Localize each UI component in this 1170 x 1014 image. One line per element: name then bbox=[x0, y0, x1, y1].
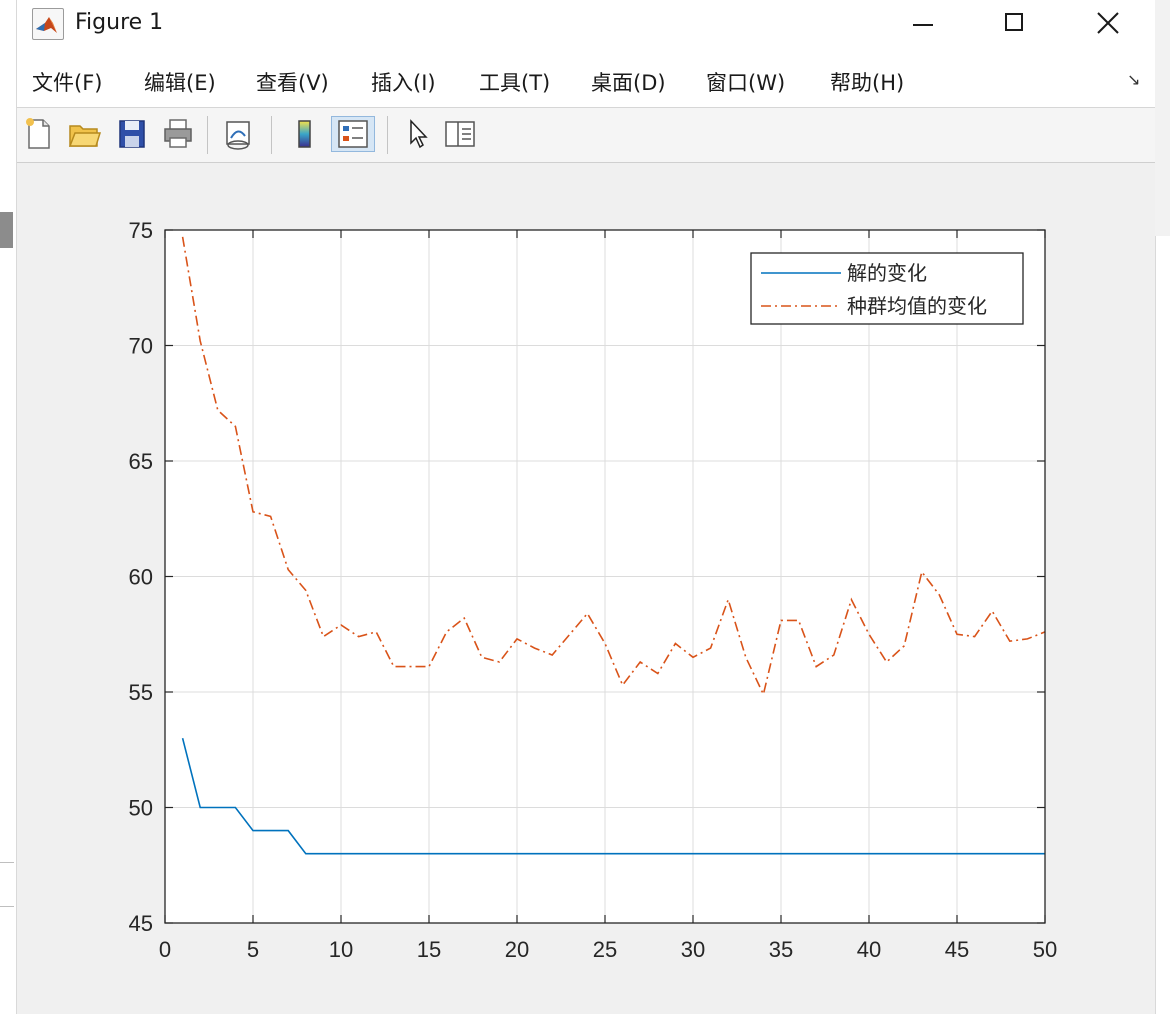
y-tick-label: 45 bbox=[129, 911, 153, 936]
x-tick-label: 40 bbox=[857, 937, 881, 962]
x-tick-label: 15 bbox=[417, 937, 441, 962]
y-tick-label: 65 bbox=[129, 449, 153, 474]
x-tick-label: 50 bbox=[1033, 937, 1057, 962]
background-divider bbox=[0, 906, 14, 907]
y-tick-label: 60 bbox=[129, 565, 153, 590]
y-tick-label: 55 bbox=[129, 680, 153, 705]
legend-label: 解的变化 bbox=[847, 261, 927, 285]
x-tick-label: 25 bbox=[593, 937, 617, 962]
figure-window: Figure 1 文件(F) 编辑(E) 查看(V) 插入(I) 工具(T) 桌… bbox=[17, 0, 1155, 1014]
background-divider bbox=[0, 862, 14, 863]
x-tick-label: 10 bbox=[329, 937, 353, 962]
x-tick-label: 0 bbox=[159, 937, 171, 962]
y-tick-label: 75 bbox=[129, 218, 153, 243]
legend-label: 种群均值的变化 bbox=[847, 294, 987, 318]
x-tick-label: 20 bbox=[505, 937, 529, 962]
background-window-right bbox=[1155, 236, 1170, 1014]
background-scroll-tab bbox=[0, 212, 13, 248]
background-window-left bbox=[0, 0, 17, 1014]
plot-area: 0 5 10 15 20 25 30 35 40 45 50 45 50 55 60 65 70 75 解的变化种… bbox=[129, 218, 1058, 962]
x-tick-label: 45 bbox=[945, 937, 969, 962]
x-tick-label: 5 bbox=[247, 937, 259, 962]
y-tick-label: 50 bbox=[129, 796, 153, 821]
x-tick-label: 35 bbox=[769, 937, 793, 962]
x-tick-label: 30 bbox=[681, 937, 705, 962]
y-tick-label: 70 bbox=[129, 334, 153, 359]
legend[interactable]: 解的变化种群均值的变化 bbox=[750, 252, 1024, 325]
